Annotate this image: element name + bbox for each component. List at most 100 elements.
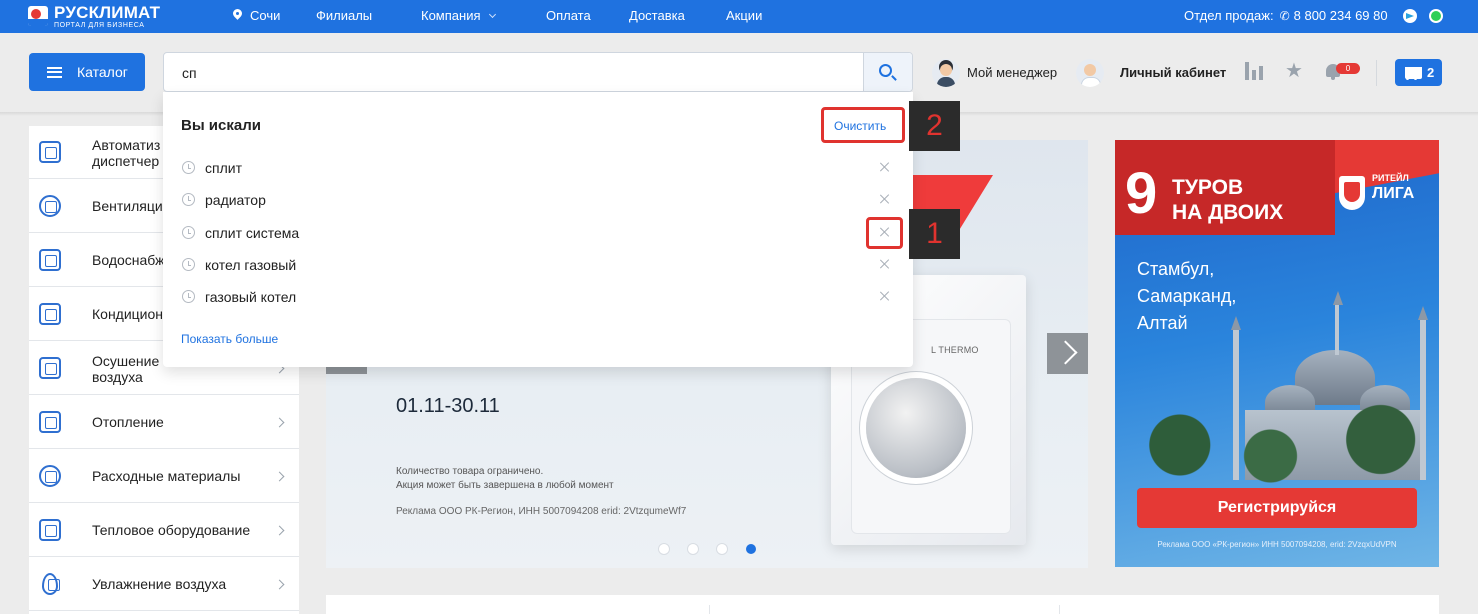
chevron-down-icon bbox=[488, 10, 496, 19]
cart-button[interactable]: 2 bbox=[1395, 59, 1442, 86]
history-item-label: радиатор bbox=[205, 192, 266, 208]
dehumidifier-icon bbox=[39, 357, 61, 379]
search-history-dropdown: Вы искали Очистить сплит радиатор сплит … bbox=[163, 92, 913, 367]
history-item[interactable]: сплит bbox=[181, 154, 895, 182]
thermostat-knob bbox=[866, 378, 966, 478]
promo-ad-disclaimer: Реклама ООО «РК-регион» ИНН 5007094208, … bbox=[1157, 540, 1397, 549]
catalog-button[interactable]: Каталог bbox=[29, 53, 145, 91]
sidebar-item-label: Отопление bbox=[92, 414, 164, 430]
promo-tours-line1: ТУРОВ bbox=[1172, 176, 1244, 199]
heater-icon bbox=[39, 519, 61, 541]
fan-icon bbox=[39, 195, 61, 217]
nav-payment[interactable]: Оплата bbox=[546, 8, 591, 23]
faucet-icon bbox=[39, 249, 61, 271]
notifications-badge: 0 bbox=[1336, 63, 1360, 74]
my-manager-link[interactable]: Мой менеджер bbox=[967, 65, 1057, 80]
cart-icon bbox=[1403, 66, 1422, 80]
league-small-text: РИТЕЙЛ bbox=[1372, 173, 1409, 183]
divider bbox=[1376, 60, 1377, 86]
sidebar-item-label: Расходные материалы bbox=[92, 468, 241, 484]
retail-league-shield-icon bbox=[1339, 176, 1365, 210]
search-history-title: Вы искали bbox=[181, 117, 261, 134]
sidebar-item-label: Осушение bbox=[92, 353, 160, 369]
city-1: Стамбул, bbox=[1137, 259, 1215, 279]
history-item-label: газовый котел bbox=[205, 289, 297, 305]
search-button[interactable] bbox=[863, 53, 912, 91]
nav-company[interactable]: Компания bbox=[421, 8, 496, 23]
sidebar-item-label: Водоснабж bbox=[92, 252, 165, 268]
device-brand-label: L THERMO bbox=[931, 345, 979, 355]
remove-history-icon[interactable] bbox=[878, 192, 892, 206]
marker-number-1: 1 bbox=[909, 209, 960, 259]
promo-tours-text: ТУРОВ НА ДВОИХ bbox=[1172, 175, 1283, 225]
history-item[interactable]: котел газовый bbox=[181, 251, 895, 279]
automation-icon bbox=[39, 141, 61, 163]
nav-delivery[interactable]: Доставка bbox=[629, 8, 685, 23]
personal-cabinet-link[interactable]: Личный кабинет bbox=[1120, 65, 1226, 80]
sidebar-item-label: Тепловое оборудование bbox=[92, 522, 251, 538]
favorites-star-icon[interactable]: ★ bbox=[1285, 61, 1303, 81]
location-pin-icon bbox=[233, 9, 242, 21]
slide-dot[interactable] bbox=[688, 544, 698, 554]
show-more-link[interactable]: Показать больше bbox=[181, 332, 278, 346]
history-item[interactable]: сплит система bbox=[181, 219, 895, 247]
city-selector[interactable]: Сочи bbox=[233, 8, 280, 23]
sales-label: Отдел продаж: bbox=[1184, 8, 1274, 23]
remove-history-icon[interactable] bbox=[878, 160, 892, 174]
whatsapp-icon[interactable] bbox=[1429, 9, 1443, 23]
highlight-box-clear bbox=[821, 107, 905, 143]
top-bar: РУСКЛИМАТ ПОРТАЛ ДЛЯ БИЗНЕСА Сочи Филиал… bbox=[0, 0, 1478, 33]
search-input[interactable]: сп bbox=[163, 52, 913, 92]
slide-dot[interactable] bbox=[659, 544, 669, 554]
sidebar-item-humidification[interactable]: Увлажнение воздуха bbox=[29, 558, 299, 611]
features-strip bbox=[326, 595, 1439, 614]
history-item[interactable]: газовый котел bbox=[181, 283, 895, 311]
telegram-icon[interactable] bbox=[1403, 9, 1417, 23]
nav-company-label: Компания bbox=[421, 8, 481, 23]
chevron-right-icon bbox=[274, 471, 285, 482]
clock-icon bbox=[182, 290, 195, 303]
humidifier-icon bbox=[42, 573, 60, 595]
register-button[interactable]: Регистрируйся bbox=[1137, 488, 1417, 528]
trees-illustration bbox=[1115, 390, 1439, 500]
sidebar-item-label: Кондицион bbox=[92, 306, 164, 322]
city-label: Сочи bbox=[250, 8, 281, 23]
promo-banner[interactable]: 9 ТУРОВ НА ДВОИХ РИТЕЙЛ ЛИГА Стамбул, Са… bbox=[1115, 140, 1439, 567]
compare-icon[interactable] bbox=[1245, 62, 1263, 80]
slide-dot[interactable] bbox=[717, 544, 727, 554]
sidebar-item-heating[interactable]: Отопление bbox=[29, 396, 299, 449]
slider-next-button[interactable] bbox=[1047, 333, 1088, 374]
retail-league-logo: РИТЕЙЛ ЛИГА bbox=[1372, 174, 1414, 202]
search-icon bbox=[879, 64, 892, 77]
sidebar-item-thermal-equipment[interactable]: Тепловое оборудование bbox=[29, 504, 299, 557]
highlight-box-remove bbox=[866, 217, 903, 249]
nav-promotions[interactable]: Акции bbox=[726, 8, 762, 23]
clock-icon bbox=[182, 161, 195, 174]
sidebar-item-label: Вентиляци bbox=[92, 198, 163, 214]
promo-note-line1: Количество товара ограничено. bbox=[396, 466, 544, 477]
gear-icon bbox=[39, 465, 61, 487]
nav-branches[interactable]: Филиалы bbox=[316, 8, 372, 23]
slider-dots bbox=[659, 544, 775, 554]
logo[interactable]: РУСКЛИМАТ ПОРТАЛ ДЛЯ БИЗНЕСА bbox=[28, 2, 161, 29]
sidebar-item-consumables[interactable]: Расходные материалы bbox=[29, 450, 299, 503]
history-item-label: сплит bbox=[205, 160, 242, 176]
logo-title: РУСКЛИМАТ bbox=[54, 2, 161, 22]
phone-number[interactable]: 8 800 234 69 80 bbox=[1294, 8, 1388, 23]
chevron-right-icon bbox=[274, 525, 285, 536]
user-avatar bbox=[1076, 59, 1104, 87]
promo-note-line2: Акция может быть завершена в любой момен… bbox=[396, 480, 614, 491]
remove-history-icon[interactable] bbox=[878, 257, 892, 271]
clock-icon bbox=[182, 193, 195, 206]
slide-dot-active[interactable] bbox=[746, 544, 756, 554]
marker-number-2: 2 bbox=[909, 101, 960, 151]
clock-icon bbox=[182, 258, 195, 271]
remove-history-icon[interactable] bbox=[878, 289, 892, 303]
sidebar-item-label: Автоматиз bbox=[92, 137, 161, 153]
sidebar-item-label: Увлажнение воздуха bbox=[92, 576, 227, 592]
history-item[interactable]: радиатор bbox=[181, 186, 895, 214]
sales-contact: Отдел продаж: ✆ 8 800 234 69 80 bbox=[1184, 8, 1388, 23]
clock-icon bbox=[182, 226, 195, 239]
chevron-right-icon bbox=[274, 417, 285, 428]
catalog-label: Каталог bbox=[77, 64, 128, 80]
